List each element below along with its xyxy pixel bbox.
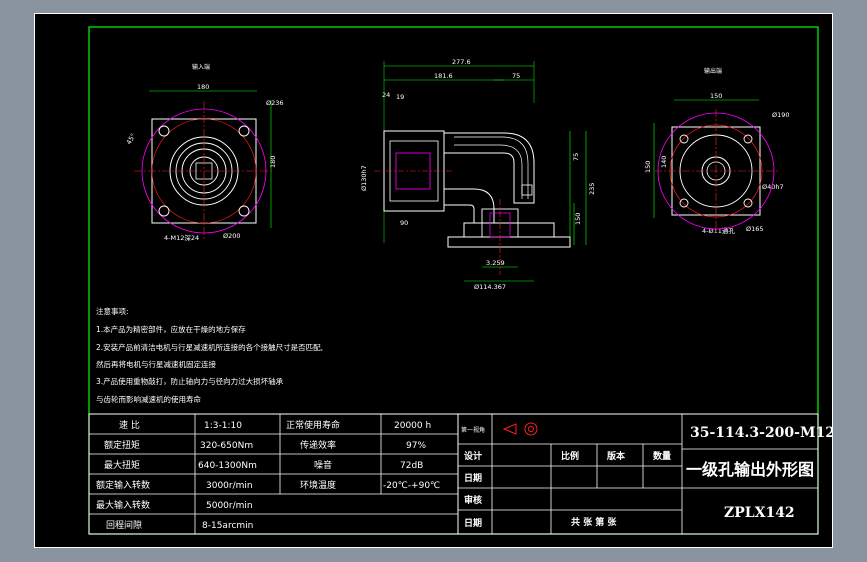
- right-height-dim: 150: [644, 161, 652, 173]
- dim-d3: 24: [382, 91, 390, 99]
- title-block: 第一视角 设计 比例 版本 数量 日期 审核 日期 共 张 第 张 35-114…: [457, 413, 833, 535]
- model-number: ZPLX142: [724, 505, 795, 521]
- spec-left-label-1: 额定扭矩: [104, 439, 140, 451]
- side-view: 277.6 181.6 75 24 19 75 235 150 Ø130h7 9…: [360, 58, 596, 291]
- left-holes: 4-M12深24: [164, 233, 199, 242]
- spec-right-value-0: 20000 h: [394, 421, 431, 431]
- drawing-title: 一级孔输出外形图: [686, 460, 814, 479]
- date1-label: 日期: [464, 472, 482, 484]
- note-line-3: 然后再将电机与行星减速机固定连接: [96, 359, 216, 369]
- dim-d9: Ø130h7: [360, 165, 368, 191]
- spec-left-value-3: 3000r/min: [206, 481, 253, 491]
- dim-d6: 75: [572, 153, 580, 161]
- right-side-dim: 140: [660, 156, 668, 168]
- dim-d8: 150: [574, 213, 582, 225]
- dim-d11: Ø114.367: [474, 283, 506, 291]
- date2-label: 日期: [464, 517, 482, 529]
- note-line-5: 与齿轮而影响减速机的使用寿命: [96, 394, 201, 404]
- spec-left-label-0: 速 比: [119, 419, 140, 431]
- left-width-dim: 180: [197, 83, 209, 91]
- note-line-4: 3.产品使用重物敲打，防止轴向力与径向力过大损坏轴承: [96, 376, 284, 386]
- sheet-count: 共 张 第 张: [571, 516, 617, 528]
- spec-left-label-3: 额定输入转数: [96, 479, 150, 491]
- left-bore: Ø200: [223, 232, 241, 240]
- version-label: 版本: [606, 450, 626, 462]
- overall-length: 277.6: [452, 58, 471, 66]
- dim-d1: 181.6: [434, 72, 453, 80]
- spec-left-label-2: 最大扭矩: [104, 459, 140, 471]
- ratio-label: 比例: [561, 450, 579, 462]
- dim-d7: 235: [588, 183, 596, 195]
- spec-left-value-0: 1:3-1:10: [204, 421, 242, 431]
- left-height-dim: 180: [269, 156, 277, 168]
- drawing-number: 35-114.3-200-M12: [690, 425, 833, 441]
- spec-left-value-5: 8-15arcmin: [202, 521, 253, 531]
- spec-left-value-1: 320-650Nm: [200, 441, 253, 451]
- spec-left-label-4: 最大输入转数: [96, 499, 150, 511]
- right-width-dim: 150: [710, 92, 722, 100]
- input-end-view: 输入端 180 180 Ø236 4-M12深24 Ø200 45°: [125, 63, 284, 242]
- right-pilot: Ø165: [746, 225, 764, 233]
- output-end-view: 输出端 150 150 140 Ø190 Ø40h7 4-Ø11通孔 Ø165: [644, 67, 790, 235]
- notes: 注意事项: 1.本产品为精密部件，应放在干燥的地方保存 2.安装产品前清洁电机与…: [96, 306, 323, 404]
- projection-circle-icon: [524, 422, 538, 436]
- spec-left-value-4: 5000r/min: [206, 501, 253, 511]
- spec-right-value-2: 72dB: [400, 461, 423, 471]
- notes-title: 注意事项:: [96, 306, 129, 316]
- dim-d4: 19: [396, 93, 404, 101]
- output-end-label: 输出端: [704, 67, 722, 75]
- first-angle-label: 第一视角: [461, 426, 485, 434]
- projection-cone-icon: [502, 423, 517, 435]
- left-angle: 45°: [125, 132, 138, 146]
- spec-right-label-2: 噪音: [314, 459, 332, 471]
- spec-right-label-3: 环境温度: [300, 479, 336, 491]
- spec-right-label-1: 传递效率: [300, 439, 336, 451]
- dim-d10: 3.259: [486, 259, 505, 267]
- spec-right-value-3: -20℃-+90℃: [383, 481, 440, 491]
- quantity-label: 数量: [653, 450, 671, 462]
- spec-right-label-0: 正常使用寿命: [286, 419, 340, 431]
- inner-frame: [88, 26, 819, 535]
- input-end-label: 输入端: [192, 63, 210, 71]
- dim-d2: 75: [512, 72, 520, 80]
- spec-left-value-2: 640-1300Nm: [198, 461, 257, 471]
- design-label: 设计: [464, 450, 482, 462]
- review-label: 审核: [464, 494, 482, 506]
- spec-table: 速 比 1:3-1:10 额定扭矩 320-650Nm 最大扭矩 640-130…: [88, 413, 459, 535]
- note-line-2: 2.安装产品前清洁电机与行星减速机所连接的各个接触尺寸是否匹配,: [96, 342, 323, 352]
- cad-drawing: 输入端 180 180 Ø236 4-M12深24 Ø200 45° 277.6: [34, 13, 833, 548]
- right-bolt-circle: Ø190: [772, 111, 790, 119]
- dim-d5: 90: [400, 219, 408, 227]
- note-line-1: 1.本产品为精密部件，应放在干燥的地方保存: [96, 324, 246, 334]
- left-bolt-circle: Ø236: [266, 99, 284, 107]
- drawing-sheet: 输入端 180 180 Ø236 4-M12深24 Ø200 45° 277.6: [34, 13, 833, 548]
- spec-left-label-5: 回程间隙: [106, 519, 142, 531]
- spec-right-value-1: 97%: [406, 441, 426, 451]
